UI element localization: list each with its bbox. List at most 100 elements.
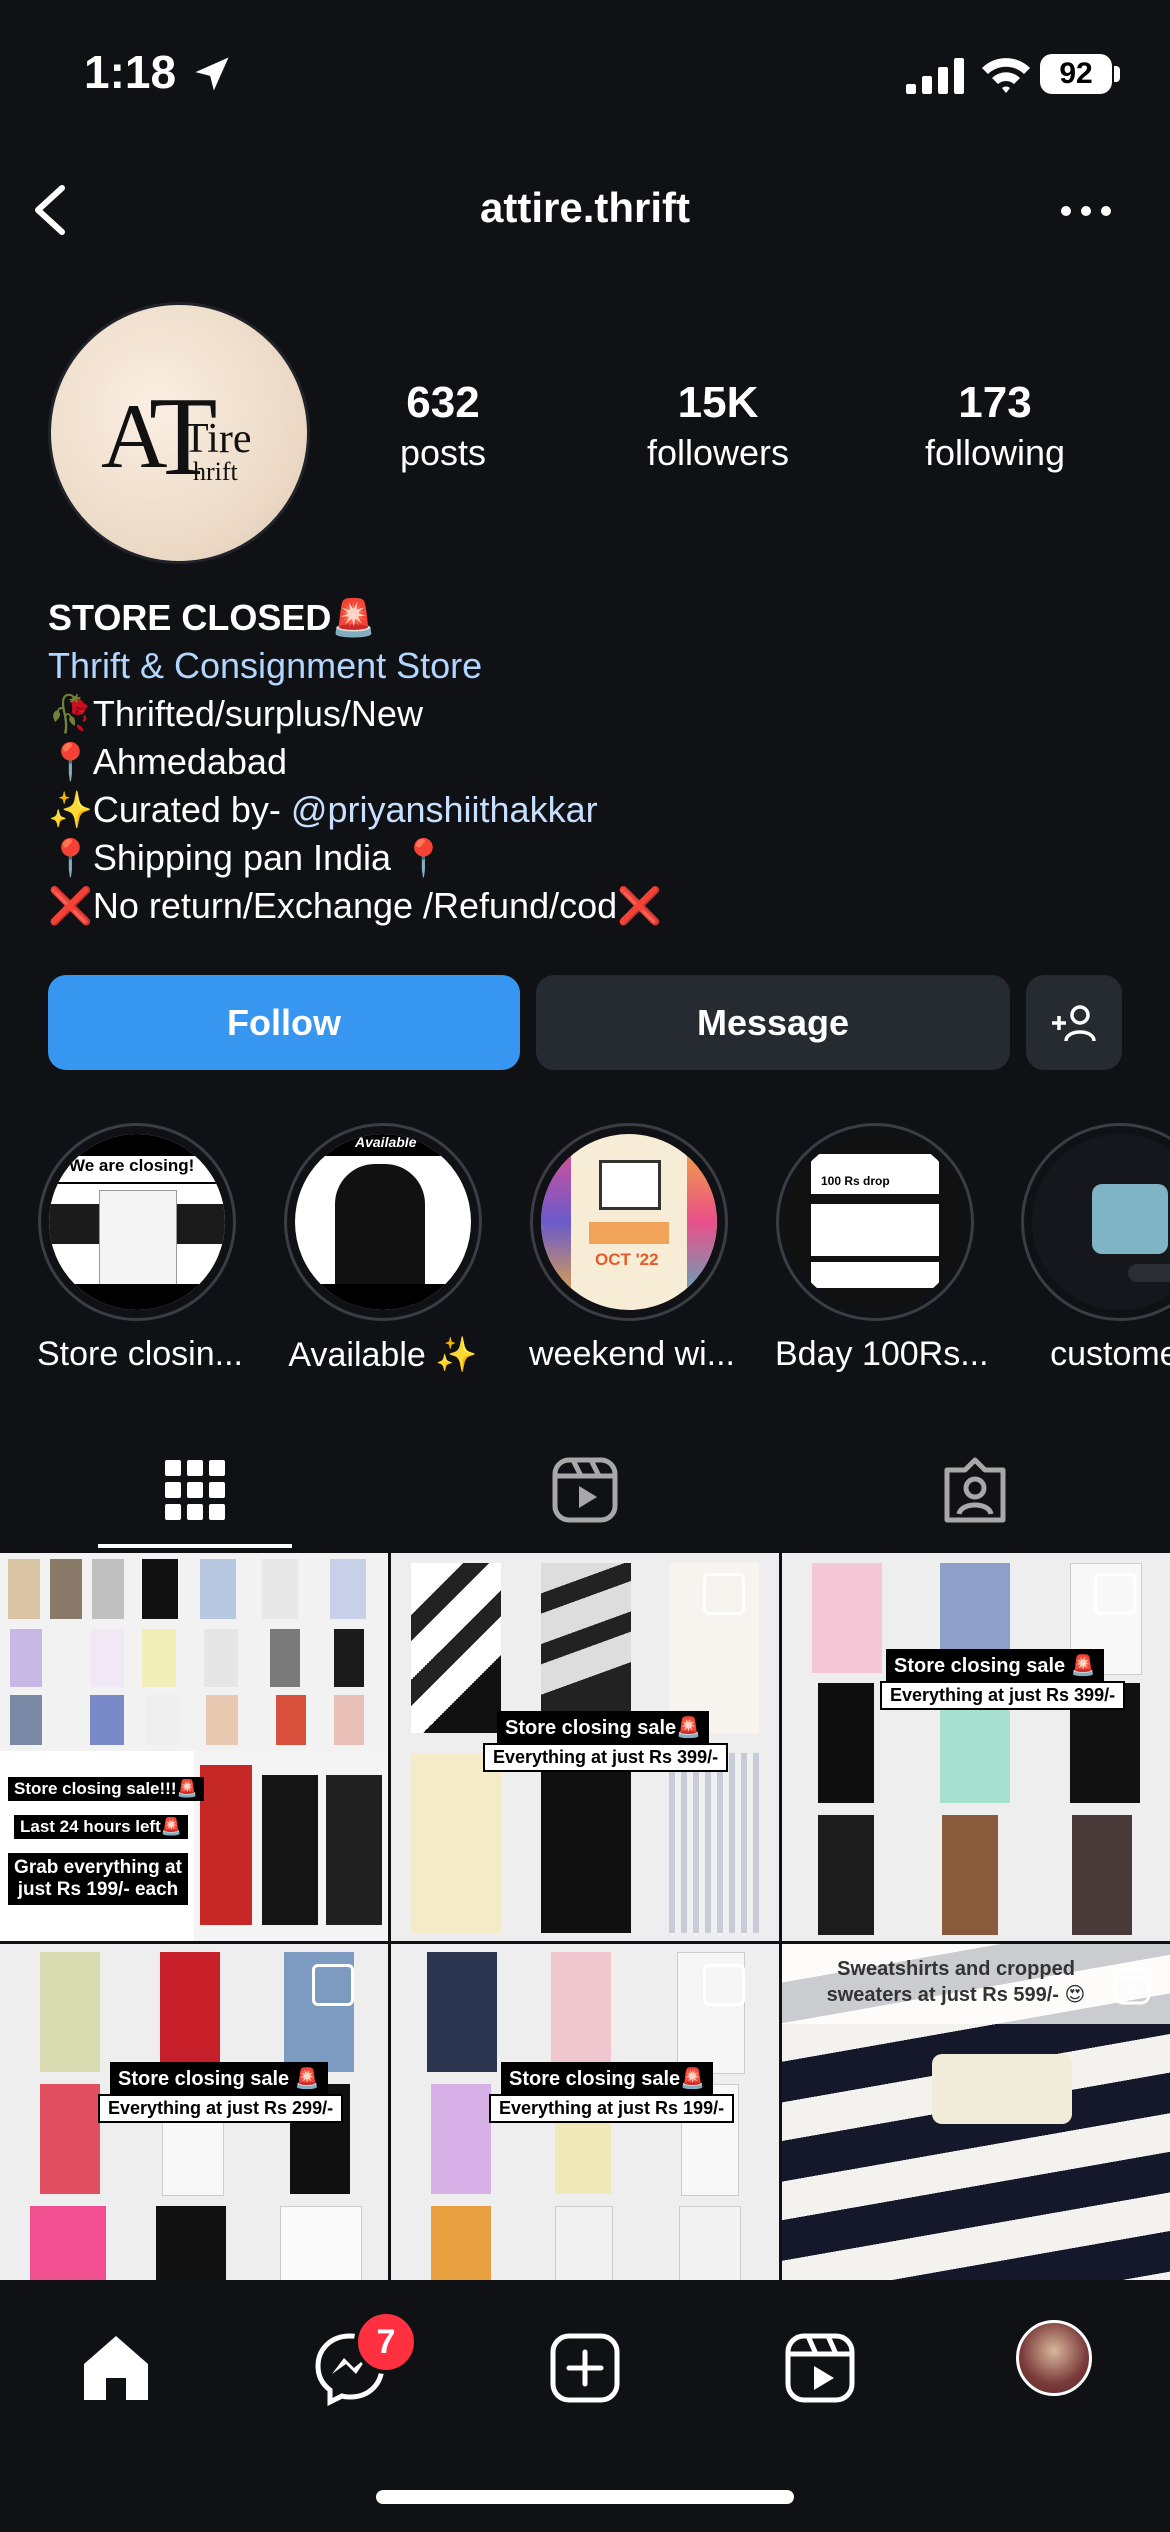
message-button[interactable]: Message — [536, 975, 1010, 1070]
bio-curator-prefix: ✨Curated by- — [48, 789, 291, 830]
post-thumb-garment — [146, 1695, 180, 1745]
follow-button[interactable]: Follow — [48, 975, 520, 1070]
highlight-label: Store closin... — [37, 1335, 243, 1373]
more-options-icon[interactable] — [1056, 196, 1116, 226]
highlight-store-closing[interactable]: We are closing! Store closin... — [37, 1123, 243, 1374]
post-thumb-garment — [90, 1629, 124, 1687]
post-overlay-text: Store closing sale🚨 — [497, 1711, 710, 1744]
post-thumb-garment — [334, 1629, 364, 1687]
carousel-icon — [312, 1964, 354, 2006]
cover-text: 100 Rs drop — [821, 1174, 890, 1188]
reels-icon[interactable] — [545, 1450, 625, 1530]
highlight-cover — [1021, 1123, 1170, 1321]
post-thumb-garment — [669, 1753, 759, 1933]
post-thumb-garment — [142, 1629, 176, 1687]
cover-bubble — [1128, 1264, 1170, 1282]
post-thumb-garment — [262, 1775, 318, 1925]
home-indicator — [376, 2490, 794, 2504]
post-overlay-text: Grab everything at just Rs 199/- each — [8, 1853, 188, 1905]
bio-line: ❌No return/Exchange /Refund/cod❌ — [48, 885, 662, 926]
grid-icon[interactable] — [155, 1450, 235, 1530]
post-thumb-garment — [1072, 1815, 1132, 1935]
highlight-cover: OCT '22 — [530, 1123, 728, 1321]
highlight-cover: We are closing! — [38, 1123, 236, 1321]
reels-nav-icon[interactable] — [780, 2328, 860, 2408]
stat-posts[interactable]: 632 posts — [343, 378, 543, 474]
post-thumb-garment — [40, 1952, 100, 2072]
post-tile[interactable]: Store closing sale🚨 Everything at just R… — [391, 1944, 779, 2332]
post-overlay-text: Last 24 hours left🚨 — [14, 1815, 188, 1839]
cover-bar — [295, 1284, 471, 1310]
post-thumb-garment — [10, 1695, 42, 1745]
post-overlay-text: Store closing sale!!!🚨 — [8, 1777, 204, 1801]
home-icon[interactable] — [76, 2328, 156, 2408]
add-user-icon — [1052, 1004, 1096, 1041]
profile-avatar[interactable]: A T Tire hrift — [48, 302, 310, 564]
logo-word-tire: Tire — [183, 416, 252, 462]
post-thumb-garment — [541, 1563, 631, 1733]
post-tile[interactable]: Store closing sale 🚨 Everything at just … — [0, 1944, 388, 2332]
post-tile[interactable]: Store closing sale 🚨 Everything at just … — [782, 1553, 1170, 1941]
cover-stripe — [687, 1134, 717, 1310]
post-thumb-garment — [276, 1695, 306, 1745]
post-overlay-text: Store closing sale🚨 — [501, 2062, 714, 2095]
post-thumb-garment — [90, 1695, 124, 1745]
location-arrow-icon — [195, 57, 229, 91]
profile-nav-avatar[interactable] — [1016, 2320, 1092, 2396]
create-post-icon[interactable] — [545, 2328, 625, 2408]
profile-bio: STORE CLOSED🚨 Thrift & Consignment Store… — [48, 594, 1128, 930]
highlight-available[interactable]: Available Available ✨ — [283, 1123, 483, 1375]
post-thumb-garment — [40, 2084, 100, 2194]
post-thumb-garment — [411, 1563, 501, 1733]
bio-line: 🥀Thrifted/surplus/New — [48, 693, 423, 734]
battery-cap — [1114, 66, 1120, 82]
post-overlay-text: Everything at just Rs 399/- — [483, 1743, 729, 1772]
post-overlay-text: Everything at just Rs 399/- — [880, 1681, 1126, 1710]
cover-dates — [589, 1222, 669, 1244]
post-thumb-garment — [262, 1559, 298, 1619]
stat-value: 632 — [406, 378, 480, 427]
post-tile[interactable]: Store closing sale!!!🚨 Last 24 hours lef… — [0, 1553, 388, 1941]
post-thumb-garment — [200, 1765, 252, 1925]
post-thumb-garment — [160, 1952, 220, 2072]
wifi-icon — [982, 58, 1030, 93]
post-thumb-garment — [942, 1815, 998, 1935]
cover-text: We are closing! — [69, 1156, 195, 1176]
stat-followers[interactable]: 15K followers — [618, 378, 818, 474]
bio-line: 📍Ahmedabad — [48, 741, 287, 782]
battery-indicator: 92 — [1040, 54, 1112, 94]
stat-label: followers — [646, 432, 790, 473]
curator-mention-link[interactable]: @priyanshiithakkar — [291, 789, 598, 830]
bio-line-curator: ✨Curated by- @priyanshiithakkar — [48, 786, 1128, 834]
highlight-cover: Available — [284, 1123, 482, 1321]
tagged-icon[interactable] — [935, 1450, 1015, 1530]
post-thumb-garment — [431, 2084, 491, 2194]
highlight-customer[interactable]: customer — [1020, 1123, 1170, 1374]
stat-label: following — [924, 432, 1066, 473]
highlight-cover-image: Available — [295, 1134, 471, 1310]
post-thumb-collar — [932, 2054, 1072, 2124]
profile-display-name: STORE CLOSED🚨 — [48, 597, 377, 638]
bio-line: 📍Shipping pan India 📍 — [48, 837, 446, 878]
post-tile[interactable]: Store closing sale🚨 Everything at just R… — [391, 1553, 779, 1941]
carousel-icon — [703, 1573, 745, 1615]
highlight-bday[interactable]: 100 Rs drop Bday 100Rs... — [775, 1123, 989, 1374]
post-thumb-garment — [200, 1559, 236, 1619]
highlight-weekend[interactable]: OCT '22 weekend wi... — [529, 1123, 735, 1374]
profile-header: attire.thrift — [0, 160, 1170, 260]
post-tile[interactable]: Sweatshirts and cropped sweaters at just… — [782, 1944, 1170, 2332]
cover-note — [811, 1204, 939, 1256]
post-overlay-text: Store closing sale 🚨 — [886, 1649, 1104, 1682]
post-thumb-garment — [204, 1629, 238, 1687]
post-thumb-garment — [818, 1683, 874, 1803]
post-thumb-garment — [812, 1563, 882, 1673]
cover-frame — [599, 1160, 661, 1210]
cover-text: OCT '22 — [595, 1250, 659, 1269]
post-thumb-garment — [92, 1559, 124, 1619]
post-overlay-text: Sweatshirts and cropped sweaters at just… — [826, 1958, 1086, 2006]
post-thumb-garment — [818, 1815, 874, 1935]
stat-following[interactable]: 173 following — [895, 378, 1095, 474]
profile-screen: 1:18 92 attire.thrift A T Tire hrift 632… — [0, 0, 1170, 2532]
post-overlay-text: Store closing sale 🚨 — [110, 2062, 328, 2095]
suggested-users-button[interactable] — [1026, 975, 1122, 1070]
